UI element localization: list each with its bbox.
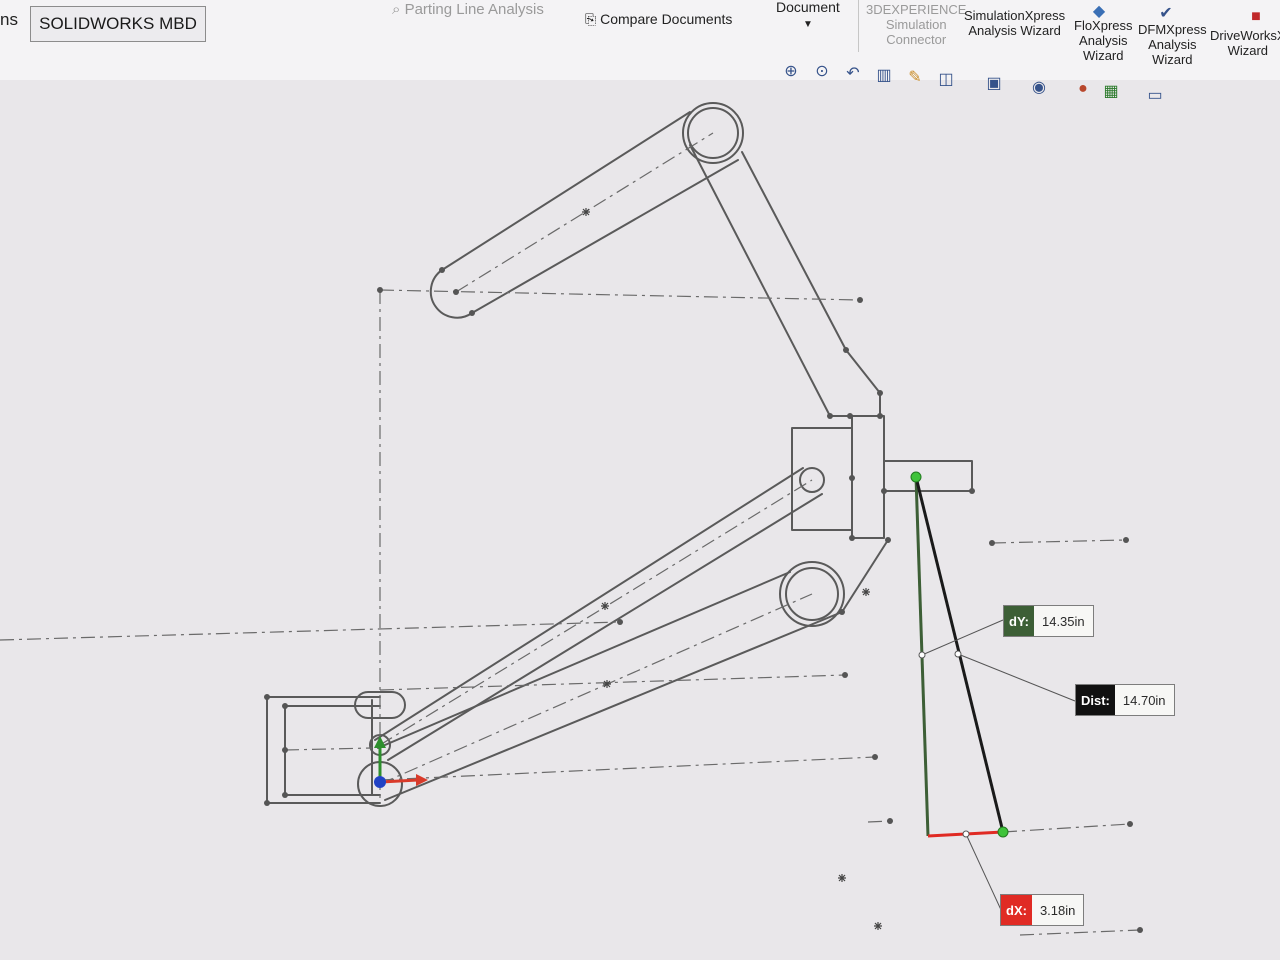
dist-value: 14.70in [1122, 692, 1166, 708]
sketch-canvas[interactable] [0, 0, 1280, 960]
link-edge [845, 349, 881, 394]
dy-value: 14.35in [1041, 613, 1085, 629]
centerline [379, 756, 876, 781]
dy-label: dY: [1004, 606, 1034, 636]
centerline [991, 539, 1127, 544]
measure-lines [910, 471, 1076, 913]
base-inner [284, 705, 381, 796]
measure-dx-callout: dX: 3.18in [1000, 894, 1085, 926]
centerline [0, 621, 621, 641]
centerline [867, 820, 891, 823]
lower-links [374, 467, 889, 801]
bracket-right [849, 415, 885, 539]
centerline [1002, 823, 1131, 833]
upper-arm-edge [441, 111, 691, 271]
bracket-tab [883, 460, 973, 492]
dist-label: Dist: [1076, 685, 1115, 715]
centerline [284, 747, 373, 751]
centerline [379, 479, 813, 746]
centerline [379, 289, 861, 301]
upper-arm-end [429, 269, 473, 319]
centroid-markers [582, 208, 882, 930]
centerline [379, 674, 846, 691]
link-edge [841, 539, 889, 613]
link-edge [377, 571, 791, 749]
long-link [689, 144, 881, 417]
link-edge [741, 151, 847, 351]
measure-dy-callout: dY: 14.35in [1003, 605, 1094, 637]
link-edge [384, 611, 843, 801]
link-edge [374, 467, 804, 741]
upper-arm-edge [471, 159, 739, 314]
bracket-block [791, 415, 973, 539]
dx-label: dX: [1001, 895, 1032, 925]
link-pivot [799, 467, 825, 493]
measure-dist-callout: Dist: 14.70in [1075, 684, 1175, 716]
dx-value: 3.18in [1039, 902, 1076, 918]
sketch-points [264, 267, 1143, 933]
centerline [1019, 929, 1141, 936]
link-edge [829, 392, 881, 417]
